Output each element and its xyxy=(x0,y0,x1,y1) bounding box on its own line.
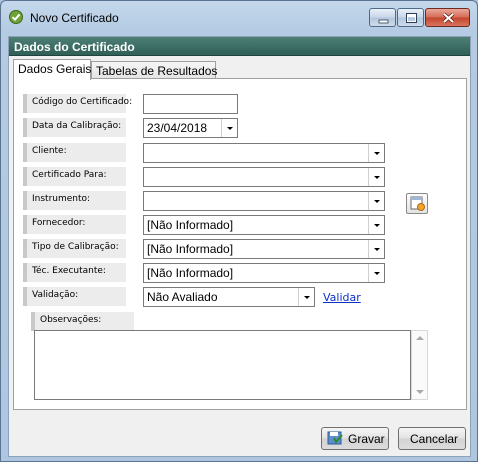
minimize-icon xyxy=(378,19,389,24)
certificate-window: Novo Certificado Dados do Certificado Da… xyxy=(0,0,478,462)
check-shield-icon xyxy=(9,10,23,24)
close-button[interactable] xyxy=(425,8,470,27)
certificado-para-label: Certificado Para: xyxy=(23,167,126,186)
validacao-combo[interactable]: Não Avaliado xyxy=(143,287,315,307)
maximize-icon xyxy=(406,13,417,23)
chevron-down-icon[interactable] xyxy=(368,144,384,162)
tipo-calibracao-combo[interactable]: [Não Informado] xyxy=(143,239,385,259)
section-title: Dados do Certificado xyxy=(14,40,135,54)
scroll-down-icon[interactable] xyxy=(416,390,424,394)
new-instrument-button[interactable] xyxy=(406,193,428,214)
scroll-up-icon[interactable] xyxy=(416,336,424,340)
chevron-down-icon[interactable] xyxy=(368,240,384,258)
save-label: Gravar xyxy=(348,432,385,446)
data-label: Data da Calibração: xyxy=(23,118,126,137)
cliente-combo[interactable] xyxy=(143,143,385,163)
chevron-down-icon[interactable] xyxy=(368,216,384,234)
validacao-value: Não Avaliado xyxy=(147,290,218,304)
tec-executante-value: [Não Informado] xyxy=(147,266,234,280)
tab-dados-gerais[interactable]: Dados Gerais xyxy=(13,59,91,80)
data-date-picker[interactable]: 23/04/2018 xyxy=(143,118,238,138)
instrumento-combo[interactable] xyxy=(143,191,385,211)
minimize-button[interactable] xyxy=(369,8,396,27)
tec-executante-label: Téc. Executante: xyxy=(23,263,126,282)
tipo-calibracao-value: [Não Informado] xyxy=(147,242,234,256)
tec-executante-combo[interactable]: [Não Informado] xyxy=(143,263,385,283)
save-icon xyxy=(327,431,343,445)
new-record-icon xyxy=(410,196,425,211)
validar-link[interactable]: Validar xyxy=(323,291,361,304)
fornecedor-combo[interactable]: [Não Informado] xyxy=(143,215,385,235)
chevron-down-icon[interactable] xyxy=(368,192,384,210)
validacao-label: Validação: xyxy=(23,287,126,306)
fornecedor-label: Fornecedor: xyxy=(23,215,126,234)
codigo-input[interactable] xyxy=(143,94,238,114)
data-value: 23/04/2018 xyxy=(147,121,208,135)
chevron-down-icon[interactable] xyxy=(368,264,384,282)
tab-tabelas-resultados[interactable]: Tabelas de Resultados xyxy=(91,61,217,79)
chevron-down-icon[interactable] xyxy=(368,168,384,186)
close-icon xyxy=(442,12,455,24)
observacoes-scrollbar[interactable] xyxy=(411,330,428,400)
certificado-para-combo[interactable] xyxy=(143,167,385,187)
cancel-button[interactable]: Cancelar xyxy=(398,427,466,450)
instrumento-label: Instrumento: xyxy=(23,191,126,210)
section-header: Dados do Certificado xyxy=(9,37,470,56)
cancel-label: Cancelar xyxy=(410,432,459,446)
maximize-button[interactable] xyxy=(397,8,424,27)
chevron-down-icon[interactable] xyxy=(298,288,314,306)
fornecedor-value: [Não Informado] xyxy=(147,218,234,232)
title-bar[interactable]: Novo Certificado xyxy=(1,1,477,31)
observacoes-textarea[interactable] xyxy=(34,330,411,400)
window-title: Novo Certificado xyxy=(30,11,119,25)
save-button[interactable]: Gravar xyxy=(321,427,389,450)
codigo-label: Código do Certificado: xyxy=(23,94,132,113)
observacoes-label: Observações: xyxy=(31,312,134,331)
tipo-calibracao-label: Tipo de Calibração: xyxy=(23,239,126,258)
cliente-label: Cliente: xyxy=(23,143,126,162)
chevron-down-icon[interactable] xyxy=(221,119,237,137)
